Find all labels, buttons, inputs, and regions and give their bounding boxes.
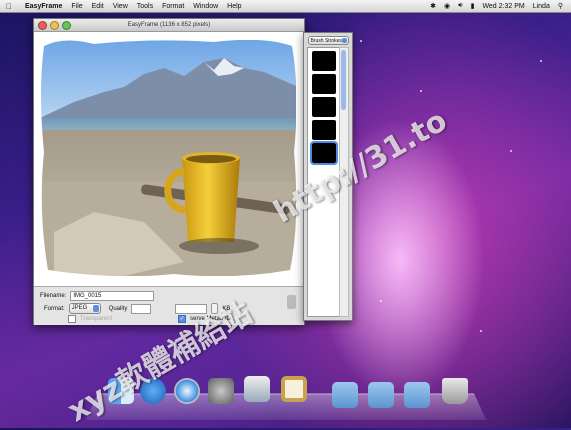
app-menu[interactable]: EasyFrame bbox=[25, 3, 62, 10]
quality-field[interactable] bbox=[131, 303, 152, 314]
frame-thumbnail[interactable] bbox=[312, 120, 336, 140]
menu-format[interactable]: Format bbox=[162, 3, 184, 10]
star bbox=[510, 150, 512, 152]
safari-icon[interactable] bbox=[174, 378, 200, 404]
frame-thumbnail[interactable] bbox=[312, 74, 336, 94]
menu-view[interactable]: View bbox=[113, 3, 128, 10]
frame-thumbnail[interactable] bbox=[310, 141, 338, 165]
transparent-label: Transparent bbox=[80, 316, 113, 322]
chevron-down-icon bbox=[92, 305, 99, 312]
transparent-checkbox[interactable] bbox=[68, 315, 76, 323]
menu-bar:  EasyFrame File Edit View Tools Format … bbox=[0, 0, 571, 13]
applications-folder-icon[interactable] bbox=[332, 382, 358, 408]
star bbox=[540, 60, 542, 62]
star bbox=[420, 90, 422, 92]
documents-folder-icon[interactable] bbox=[368, 382, 394, 408]
star bbox=[380, 300, 382, 302]
menubar-user[interactable]: Linda bbox=[533, 3, 550, 10]
window-titlebar[interactable]: EasyFrame (1136 x 852 pixels) bbox=[34, 19, 304, 32]
frame-category-select[interactable]: Brush Strokes bbox=[307, 36, 349, 45]
close-button[interactable] bbox=[38, 21, 47, 30]
filename-label: Filename: bbox=[40, 293, 67, 299]
iphoto-icon[interactable] bbox=[244, 376, 270, 402]
format-label: Format: bbox=[44, 305, 65, 312]
filename-field[interactable]: IMG_0015 bbox=[70, 291, 155, 301]
battery-icon[interactable]: ▮ bbox=[471, 2, 475, 10]
minimize-button[interactable] bbox=[50, 21, 59, 30]
zoom-button[interactable] bbox=[62, 21, 71, 30]
frame-category-value: Brush Strokes bbox=[310, 38, 342, 44]
quality-label: Quality bbox=[108, 305, 128, 312]
easyframe-window: EasyFrame (1136 x 852 pixels) Filename: … bbox=[33, 18, 305, 325]
system-preferences-icon[interactable] bbox=[208, 378, 234, 404]
downloads-folder-icon[interactable] bbox=[404, 382, 430, 408]
apple-menu-icon[interactable]:  bbox=[6, 2, 16, 11]
wifi-icon[interactable]: ◉ bbox=[444, 2, 450, 10]
spotlight-icon[interactable]: ⚲ bbox=[558, 2, 563, 10]
framed-photo bbox=[34, 32, 304, 286]
menu-help[interactable]: Help bbox=[227, 3, 241, 10]
volume-icon[interactable]: 🔊︎ bbox=[458, 2, 462, 10]
format-select[interactable]: JPEG bbox=[68, 303, 101, 314]
menu-file[interactable]: File bbox=[71, 3, 82, 10]
export-controls: Filename: IMG_0015 Format: JPEG Quality … bbox=[34, 286, 304, 325]
menubar-clock[interactable]: Wed 2:32 PM bbox=[482, 3, 524, 10]
menu-tools[interactable]: Tools bbox=[137, 3, 153, 10]
star bbox=[360, 40, 362, 42]
chevron-down-icon bbox=[341, 38, 347, 43]
menu-window[interactable]: Window bbox=[193, 3, 218, 10]
menu-edit[interactable]: Edit bbox=[92, 3, 104, 10]
frame-thumbnail[interactable] bbox=[312, 51, 336, 71]
frame-thumbnail[interactable] bbox=[312, 97, 336, 117]
easyframe-dock-icon[interactable] bbox=[281, 376, 307, 402]
star bbox=[480, 330, 482, 332]
window-title: EasyFrame (1136 x 852 pixels) bbox=[127, 22, 211, 28]
bluetooth-icon[interactable]: ✱ bbox=[430, 2, 436, 10]
trash-icon[interactable] bbox=[442, 378, 468, 404]
format-value: JPEG bbox=[71, 305, 88, 311]
frame-picker-icon[interactable] bbox=[287, 295, 296, 309]
